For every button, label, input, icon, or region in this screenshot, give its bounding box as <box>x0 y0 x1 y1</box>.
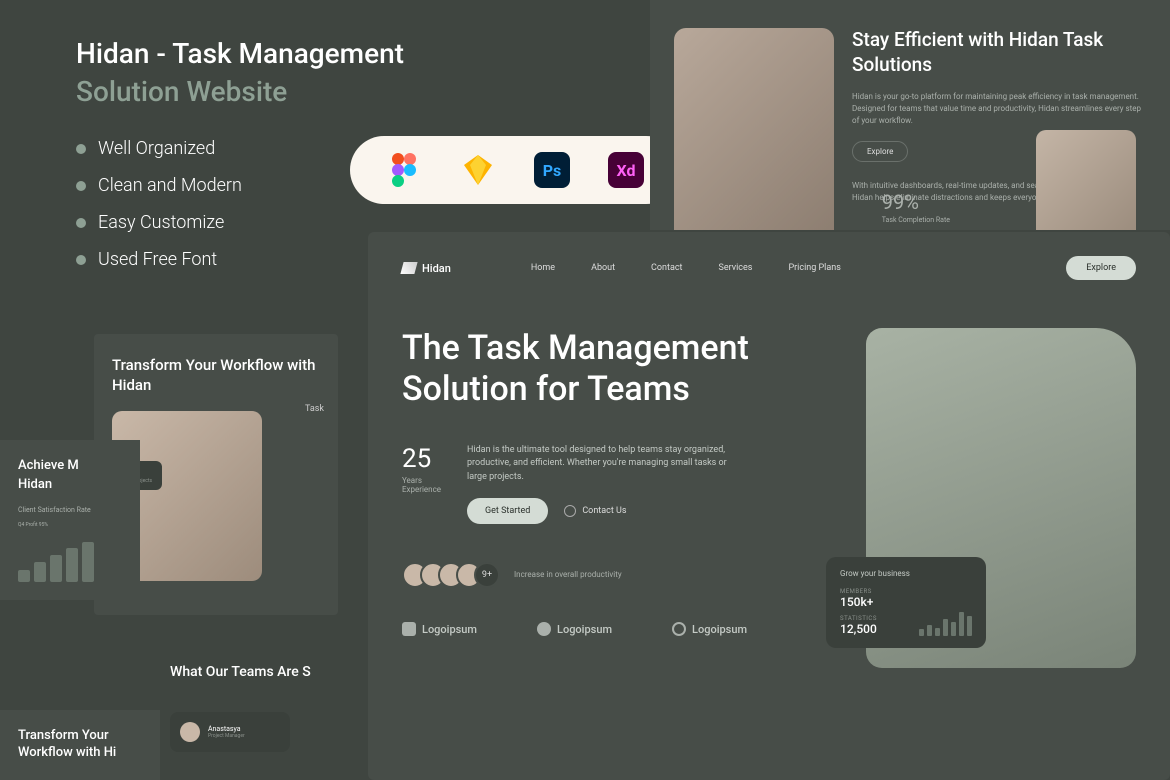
avatar-stack: 9+ <box>402 562 500 588</box>
stat-value: 99% <box>882 190 919 214</box>
sketch-icon <box>460 152 496 188</box>
feature-item: Easy Customize <box>76 212 242 233</box>
bottom-left-card: Transform Your Workflow with Hi <box>0 710 160 780</box>
top-card-desc: Hidan is your go-to platform for maintai… <box>852 91 1146 127</box>
client-logo: Logoipsum <box>672 622 747 636</box>
hero-image: Grow your business MEMBERS150k+ STATISTI… <box>866 328 1136 668</box>
grow-business-card: Grow your business MEMBERS150k+ STATISTI… <box>826 557 986 648</box>
achieve-card: Achieve M Hidan Client Satisfaction Rate… <box>0 440 140 600</box>
contact-text: Contact Us <box>582 506 626 516</box>
social-proof: 9+ Increase in overall productivity <box>402 562 846 588</box>
left-card-title: Transform Your Workflow with Hidan <box>112 356 320 395</box>
years-stat: 25 YearsExperience <box>402 444 441 494</box>
bar-chart <box>18 538 122 582</box>
mini-bar-chart <box>919 608 972 636</box>
bullet-icon <box>76 255 86 265</box>
social-text: Increase in overall productivity <box>514 570 622 580</box>
satisfaction-label: Client Satisfaction Rate <box>18 506 122 514</box>
logo-mark-icon <box>400 262 417 274</box>
navbar: Hidan Home About Contact Services Pricin… <box>402 256 1136 280</box>
avatar-more: 9+ <box>474 562 500 588</box>
teams-heading: What Our Teams Are S <box>170 664 311 680</box>
feature-text: Well Organized <box>98 138 215 159</box>
logo-icon <box>537 622 551 636</box>
explore-button[interactable]: Explore <box>1066 256 1136 280</box>
figma-icon <box>386 152 422 188</box>
promo-title: Hidan - Task Management Solution Website <box>76 36 404 111</box>
explore-button[interactable]: Explore <box>852 141 908 162</box>
stats-label: STATISTICS <box>840 615 877 622</box>
testimonial-card: AnastasyaProject Manager <box>170 712 290 752</box>
bullet-icon <box>76 218 86 228</box>
top-preview-card: Stay Efficient with Hidan Task Solutions… <box>650 0 1170 230</box>
feature-text: Easy Customize <box>98 212 224 233</box>
person-image <box>674 28 834 230</box>
contact-link[interactable]: Contact Us <box>564 505 626 517</box>
nav-links: Home About Contact Services Pricing Plan… <box>531 263 841 273</box>
xd-icon: Xd <box>608 152 644 188</box>
testimonial-name: AnastasyaProject Manager <box>208 725 245 739</box>
avatar <box>180 722 200 742</box>
logo-icon <box>672 622 686 636</box>
promo-heading-1: Hidan - Task Management <box>76 36 404 72</box>
years-label: YearsExperience <box>402 476 441 494</box>
members-label: MEMBERS <box>840 588 877 595</box>
nav-contact[interactable]: Contact <box>651 263 682 273</box>
side-label: Task <box>305 404 324 414</box>
get-started-button[interactable]: Get Started <box>467 498 548 524</box>
feature-text: Clean and Modern <box>98 175 242 196</box>
logo-icon <box>402 622 416 636</box>
hero-section: The Task Management Solution for Teams 2… <box>402 328 1136 668</box>
feature-text: Used Free Font <box>98 249 217 270</box>
client-logos: Logoipsum Logoipsum Logoipsum <box>402 622 846 636</box>
satisfaction-sub: Q4 Profit 95% <box>18 522 122 528</box>
promo-heading-2: Solution Website <box>76 74 404 110</box>
feature-item: Clean and Modern <box>76 175 242 196</box>
bullet-icon <box>76 181 86 191</box>
hero-title: The Task Management Solution for Teams <box>402 328 846 410</box>
client-logo: Logoipsum <box>402 622 477 636</box>
years-value: 25 <box>402 444 441 474</box>
brand-logo[interactable]: Hidan <box>402 262 451 275</box>
main-preview-card: Hidan Home About Contact Services Pricin… <box>368 232 1170 780</box>
hero-description: Hidan is the ultimate tool designed to h… <box>467 444 747 485</box>
achieve-title-2: Hidan <box>18 477 122 492</box>
achieve-title-1: Achieve M <box>18 458 122 473</box>
feature-item: Used Free Font <box>76 249 242 270</box>
app-icons-pill: Ps Xd <box>350 136 680 204</box>
nav-pricing[interactable]: Pricing Plans <box>788 263 840 273</box>
brand-name: Hidan <box>422 262 451 275</box>
top-card-title: Stay Efficient with Hidan Task Solutions <box>852 28 1146 77</box>
client-logo: Logoipsum <box>537 622 612 636</box>
stat-label: Task Completion Rate <box>882 216 950 224</box>
bottom-left-title: Transform Your Workflow with Hi <box>18 728 142 762</box>
nav-services[interactable]: Services <box>719 263 753 273</box>
stats-value: 12,500 <box>840 622 877 636</box>
feature-list: Well Organized Clean and Modern Easy Cus… <box>76 138 242 286</box>
phone-icon <box>564 505 576 517</box>
completion-stat: 99% Task Completion Rate <box>882 190 950 224</box>
bullet-icon <box>76 144 86 154</box>
photoshop-icon: Ps <box>534 152 570 188</box>
nav-about[interactable]: About <box>591 263 615 273</box>
nav-home[interactable]: Home <box>531 263 555 273</box>
grow-title: Grow your business <box>840 569 972 578</box>
person-image-small <box>1036 130 1136 230</box>
feature-item: Well Organized <box>76 138 242 159</box>
members-value: 150k+ <box>840 595 877 609</box>
testimonial-role: Project Manager <box>208 733 245 739</box>
